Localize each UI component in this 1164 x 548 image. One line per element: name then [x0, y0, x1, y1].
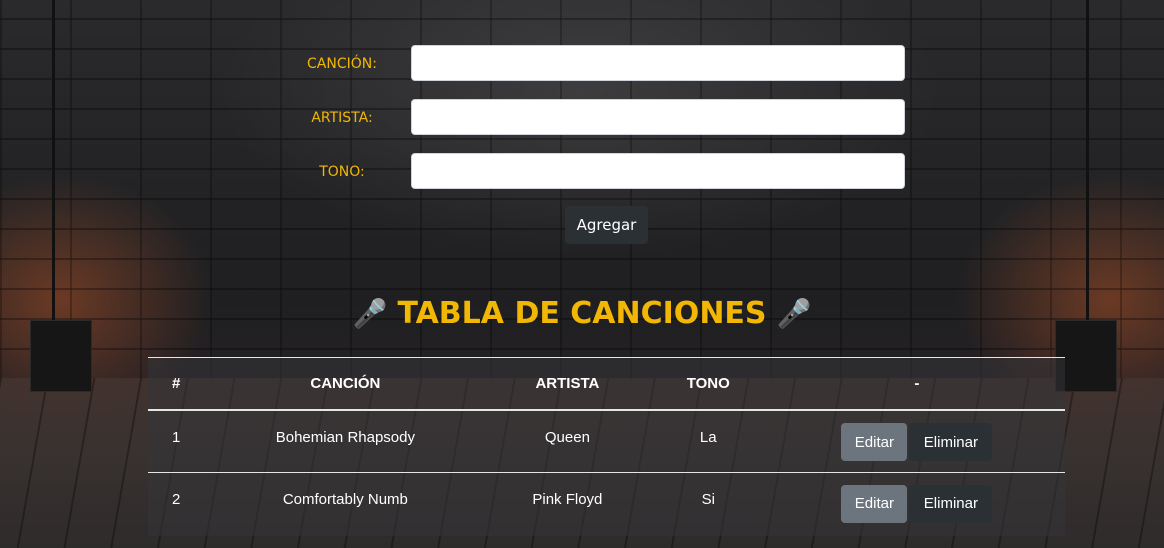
- row-tone: Si: [701, 490, 715, 508]
- microphone-icon: 🎤: [776, 297, 812, 330]
- table-title: 🎤 TABLA DE CANCIONES 🎤: [0, 292, 1164, 336]
- row-song: Comfortably Numb: [282, 490, 408, 508]
- row-song: Bohemian Rhapsody: [203, 410, 488, 473]
- table-row: 1 Bohemian Rhapsody Queen La Editar Elimi…: [148, 410, 1065, 473]
- song-row: CANCIÓN:: [0, 44, 1164, 84]
- table-header-row: # CANCIÓN ARTISTA TONO -: [148, 358, 1065, 411]
- row-actions: Editar Eliminar: [769, 472, 1065, 534]
- songs-table: # CANCIÓN ARTISTA TONO - 1 Bohemian Rhap…: [148, 358, 1065, 534]
- row-number: 2: [172, 490, 181, 508]
- add-button[interactable]: Agregar: [565, 206, 648, 244]
- tone-input[interactable]: [411, 153, 905, 189]
- edit-button[interactable]: Editar: [841, 484, 908, 523]
- page-content: CANCIÓN: ARTISTA: TONO: Agregar 🎤 TABLA D…: [0, 0, 1164, 548]
- header-artist: ARTISTA: [487, 358, 648, 411]
- row-artist: Pink Floyd: [532, 490, 603, 508]
- song-input[interactable]: [411, 45, 905, 81]
- microphone-icon: 🎤: [352, 297, 388, 330]
- header-song: CANCIÓN: [203, 358, 488, 411]
- artist-input[interactable]: [411, 99, 905, 135]
- tone-label: TONO:: [319, 164, 365, 180]
- songs-table-container: # CANCIÓN ARTISTA TONO - 1 Bohemian Rhap…: [148, 357, 1065, 536]
- header-actions: -: [768, 358, 1065, 411]
- header-tone: TONO: [647, 358, 769, 411]
- row-artist: Queen: [487, 410, 648, 473]
- row-number: 1: [148, 410, 204, 473]
- edit-button[interactable]: Editar: [841, 423, 908, 461]
- delete-button[interactable]: Eliminar: [909, 484, 993, 523]
- table-row: 2 Comfortably Numb Pink Floyd Si Editar E…: [148, 472, 1065, 534]
- header-number: #: [148, 358, 204, 411]
- delete-button[interactable]: Eliminar: [909, 423, 993, 461]
- row-tone: La: [647, 410, 769, 473]
- song-label: CANCIÓN:: [307, 56, 377, 72]
- row-actions: Editar Eliminar: [768, 410, 1065, 473]
- table-title-text: TABLA DE CANCIONES: [397, 296, 767, 331]
- tone-row: TONO:: [0, 152, 1164, 192]
- artist-label: ARTISTA:: [311, 110, 373, 126]
- artist-row: ARTISTA:: [0, 98, 1164, 138]
